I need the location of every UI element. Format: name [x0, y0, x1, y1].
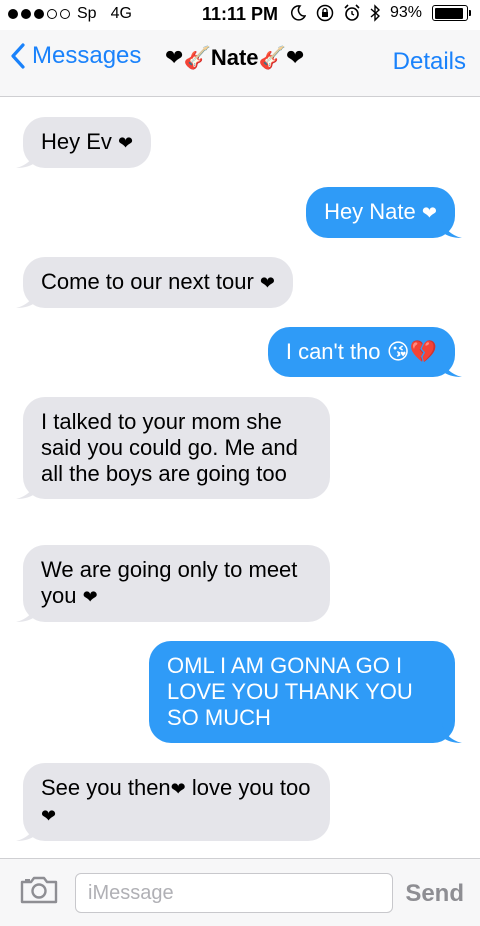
signal-dot [47, 9, 57, 19]
moon-icon [290, 5, 306, 21]
heart-icon: ❤ [285, 45, 305, 70]
heart-emoji: ❤ [82, 587, 98, 607]
bluetooth-icon [370, 4, 380, 22]
heart-icon: ❤ [165, 45, 184, 70]
status-left: Sp 4G [8, 5, 132, 23]
contact-title[interactable]: ❤🎸Nate🎸❤ [165, 45, 304, 71]
bubble-tail [16, 602, 36, 622]
bubble-tail [16, 821, 36, 841]
heart-emoji: ❤ [118, 133, 134, 153]
rotation-lock-icon [316, 4, 334, 22]
message-bubble-outgoing[interactable]: Hey Nate ❤ [306, 187, 462, 238]
contact-name: Nate [210, 45, 259, 70]
signal-strength-icon [8, 9, 70, 19]
signal-dot [34, 9, 44, 19]
bubble-tail [16, 148, 36, 168]
heart-emoji: ❤ [41, 806, 57, 826]
message-text: love you too [185, 775, 311, 800]
message-text: Hey Ev [41, 129, 112, 154]
message-text: We are going only to meet you [41, 557, 298, 608]
message-text: I can't tho [285, 339, 381, 364]
message-text: Hey Nate [324, 199, 416, 224]
signal-dot [60, 9, 70, 19]
guitar-icon: 🎸 [183, 45, 211, 70]
camera-icon[interactable] [19, 875, 59, 905]
carrier-name: Sp [77, 5, 97, 22]
bubble-tail [16, 479, 36, 499]
details-button[interactable]: Details [393, 48, 466, 76]
signal-dot [8, 9, 18, 19]
bubble-tail [16, 288, 36, 308]
heart-emoji: ❤ [170, 779, 186, 799]
status-bar: Sp 4G 11:11 PM 93% [0, 0, 480, 30]
imessage-input[interactable] [75, 873, 393, 913]
guitar-icon: 🎸 [258, 45, 286, 70]
network-type: 4G [110, 5, 132, 22]
back-button[interactable]: Messages [10, 42, 141, 70]
status-right: 93% [290, 4, 471, 22]
emoji: 😘💔 [386, 339, 437, 364]
bubble-tail [442, 218, 462, 238]
message-bubble-outgoing[interactable]: I can't tho 😘💔 [267, 327, 462, 377]
bubble-tail [442, 723, 462, 743]
chevron-left-icon [11, 43, 25, 69]
message-bubble-incoming[interactable]: See you then❤ love you too❤ [16, 763, 330, 841]
send-button[interactable]: Send [405, 880, 464, 908]
message-input-bar: Send [0, 858, 480, 926]
heart-emoji: ❤ [259, 273, 275, 293]
back-label: Messages [32, 42, 142, 69]
message-text: I talked to your mom she said you could … [41, 409, 298, 486]
message-bubble-incoming[interactable]: Hey Ev ❤ [16, 117, 152, 168]
battery-level [434, 7, 464, 19]
battery-percent: 93% [389, 4, 422, 21]
heart-emoji: ❤ [421, 203, 437, 223]
message-text: OML I AM GONNA GO I LOVE YOU THANK YOU S… [167, 653, 413, 730]
message-text: Come to our next tour [41, 269, 254, 294]
bubble-tail [442, 357, 462, 377]
alarm-icon [344, 4, 360, 21]
signal-dot [21, 9, 31, 19]
message-text: See you then [41, 775, 171, 800]
message-bubble-incoming[interactable]: I talked to your mom she said you could … [16, 397, 330, 499]
message-bubble-incoming[interactable]: Come to our next tour ❤ [16, 257, 293, 308]
message-bubble-outgoing[interactable]: OML I AM GONNA GO I LOVE YOU THANK YOU S… [149, 641, 462, 743]
battery-icon [432, 5, 471, 21]
nav-bar: Messages ❤🎸Nate🎸❤ Details [0, 30, 480, 97]
message-bubble-incoming[interactable]: We are going only to meet you ❤ [16, 545, 330, 622]
